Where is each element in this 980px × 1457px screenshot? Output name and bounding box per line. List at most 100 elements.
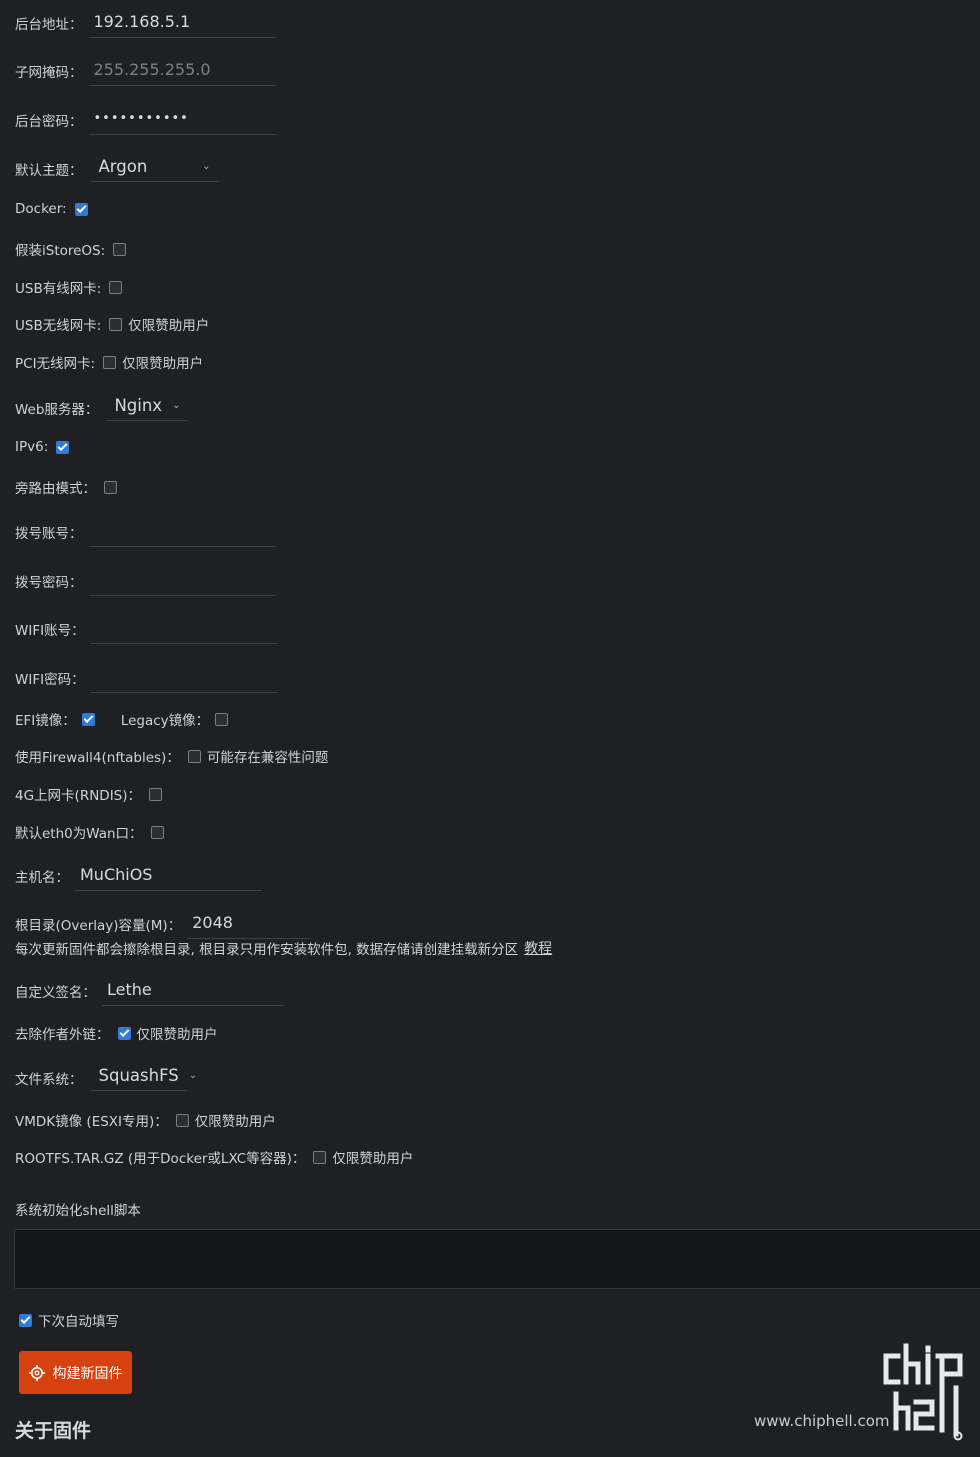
- vmdk-image-note: 仅限赞助用户: [194, 1114, 276, 1130]
- web-server-select[interactable]: Nginx ⌄: [106, 394, 189, 421]
- vmdk-image-row: VMDK镜像 (ESXI专用)： 仅限赞助用户: [15, 1110, 276, 1130]
- web-server-row: Web服务器： Nginx ⌄: [15, 394, 189, 421]
- watermark-site: www.chiphell.com: [754, 1412, 890, 1430]
- gear-icon: [28, 1364, 45, 1381]
- filesystem-value: SquashFS: [98, 1065, 179, 1085]
- remove-author-link-label: 去除作者外链：: [15, 1027, 110, 1043]
- dial-account-row: 拨号账号：: [15, 517, 276, 547]
- pci-wireless-note: 仅限赞助用户: [122, 356, 204, 372]
- hostname-label: 主机名：: [15, 870, 69, 886]
- image-type-row: EFI镜像： Legacy镜像：: [15, 709, 229, 729]
- docker-checkbox[interactable]: [74, 202, 88, 216]
- lte-rndis-row: 4G上网卡(RNDIS)：: [15, 784, 163, 804]
- pci-wireless-label: PCI无线网卡:: [15, 356, 96, 372]
- remove-author-link-row: 去除作者外链： 仅限赞助用户: [15, 1023, 218, 1043]
- web-server-value: Nginx: [114, 395, 163, 415]
- firewall4-checkbox[interactable]: [187, 749, 201, 763]
- efi-image-checkbox[interactable]: [81, 712, 95, 726]
- pci-wireless-row: PCI无线网卡: 仅限赞助用户: [15, 352, 203, 372]
- auto-fill-row: 下次自动填写: [19, 1310, 119, 1330]
- filesystem-label: 文件系统：: [15, 1071, 83, 1088]
- backend-address-row: 后台地址：: [15, 8, 276, 38]
- overlay-tutorial-link[interactable]: 教程: [524, 938, 552, 958]
- ipv6-label: IPv6:: [15, 439, 49, 455]
- rootfs-tar-note: 仅限赞助用户: [332, 1151, 414, 1167]
- rootfs-tar-checkbox[interactable]: [313, 1150, 327, 1164]
- eth0-wan-label: 默认eth0为Wan口：: [15, 826, 143, 842]
- usb-wired-label: USB有线网卡:: [15, 281, 102, 297]
- vmdk-image-label: VMDK镜像 (ESXI专用)：: [15, 1114, 168, 1130]
- overlay-size-label: 根目录(Overlay)容量(M)：: [15, 918, 182, 934]
- subnet-mask-input[interactable]: [88, 56, 276, 86]
- backend-address-label: 后台地址：: [15, 17, 83, 33]
- overlay-size-input[interactable]: [187, 909, 310, 939]
- dial-password-label: 拨号密码：: [15, 575, 83, 591]
- default-theme-label: 默认主题：: [15, 162, 83, 179]
- usb-wireless-checkbox[interactable]: [109, 317, 123, 331]
- web-server-label: Web服务器：: [15, 401, 99, 418]
- legacy-image-label: Legacy镜像：: [120, 713, 210, 729]
- docker-row: Docker:: [15, 201, 88, 217]
- default-theme-row: 默认主题： Argon ⌄: [15, 155, 219, 182]
- subnet-mask-label: 子网掩码：: [15, 65, 83, 81]
- lte-rndis-label: 4G上网卡(RNDIS)：: [15, 788, 142, 804]
- filesystem-row: 文件系统： SquashFS ⌄: [15, 1064, 197, 1091]
- hostname-row: 主机名：: [15, 861, 262, 891]
- subnet-mask-row: 子网掩码：: [15, 56, 276, 86]
- firewall4-note: 可能存在兼容性问题: [206, 750, 329, 766]
- bypass-mode-row: 旁路由模式：: [15, 477, 117, 497]
- about-firmware-heading: 关于固件: [15, 1420, 92, 1442]
- usb-wired-row: USB有线网卡:: [15, 277, 123, 297]
- wifi-account-label: WIFI账号：: [15, 623, 85, 639]
- firewall4-label: 使用Firewall4(nftables)：: [15, 750, 180, 766]
- pci-wireless-checkbox[interactable]: [103, 355, 117, 369]
- firewall4-row: 使用Firewall4(nftables)： 可能存在兼容性问题: [15, 746, 328, 766]
- wifi-account-row: WIFI账号：: [15, 614, 278, 644]
- hostname-input[interactable]: [75, 861, 262, 891]
- default-theme-value: Argon: [98, 156, 148, 176]
- eth0-wan-row: 默认eth0为Wan口：: [15, 822, 164, 842]
- bypass-mode-label: 旁路由模式：: [15, 481, 96, 497]
- wifi-account-input[interactable]: [90, 614, 278, 644]
- remove-author-link-checkbox[interactable]: [117, 1026, 131, 1040]
- usb-wireless-note: 仅限赞助用户: [128, 318, 210, 334]
- backend-password-input[interactable]: [88, 105, 276, 135]
- dial-password-input[interactable]: [88, 566, 276, 596]
- fake-istoreos-row: 假装iStoreOS:: [15, 239, 127, 259]
- efi-image-label: EFI镜像：: [15, 713, 76, 729]
- init-script-label: 系统初始化shell脚本: [15, 1203, 141, 1219]
- chevron-down-icon: ⌄: [172, 399, 181, 411]
- chevron-down-icon: ⌄: [188, 1069, 198, 1081]
- bypass-mode-checkbox[interactable]: [104, 480, 117, 494]
- auto-fill-checkbox[interactable]: [19, 1313, 32, 1327]
- build-firmware-label: 构建新固件: [52, 1365, 123, 1382]
- build-firmware-button[interactable]: 构建新固件: [19, 1351, 132, 1394]
- legacy-image-checkbox[interactable]: [215, 712, 229, 726]
- fake-istoreos-checkbox[interactable]: [113, 242, 127, 256]
- ipv6-checkbox[interactable]: [56, 440, 70, 454]
- overlay-size-row: 根目录(Overlay)容量(M)：: [15, 909, 310, 939]
- init-script-textarea[interactable]: [14, 1229, 980, 1289]
- usb-wired-checkbox[interactable]: [109, 280, 123, 294]
- usb-wireless-row: USB无线网卡: 仅限赞助用户: [15, 314, 209, 334]
- ipv6-row: IPv6:: [15, 439, 70, 455]
- remove-author-link-note: 仅限赞助用户: [136, 1027, 218, 1043]
- fake-istoreos-label: 假装iStoreOS:: [15, 243, 106, 259]
- default-theme-select[interactable]: Argon ⌄: [90, 155, 219, 182]
- filesystem-select[interactable]: SquashFS ⌄: [90, 1064, 197, 1091]
- docker-label: Docker:: [15, 201, 67, 217]
- lte-rndis-checkbox[interactable]: [149, 787, 163, 801]
- custom-signature-label: 自定义签名：: [15, 985, 96, 1001]
- dial-password-row: 拨号密码：: [15, 566, 276, 596]
- backend-password-row: 后台密码：: [15, 105, 276, 135]
- usb-wireless-label: USB无线网卡:: [15, 318, 102, 334]
- eth0-wan-checkbox[interactable]: [150, 825, 164, 839]
- overlay-hint-text: 每次更新固件都会擦除根目录, 根目录只用作安装软件包, 数据存储请创建挂载新分区: [15, 942, 519, 958]
- custom-signature-input[interactable]: [102, 976, 284, 1006]
- backend-address-input[interactable]: [88, 8, 276, 38]
- rootfs-tar-row: ROOTFS.TAR.GZ (用于Docker或LXC等容器)： 仅限赞助用户: [15, 1147, 413, 1167]
- dial-account-input[interactable]: [88, 517, 276, 547]
- wifi-password-input[interactable]: [90, 663, 278, 693]
- vmdk-image-checkbox[interactable]: [175, 1113, 189, 1127]
- chiphell-logo-icon: [883, 1343, 963, 1441]
